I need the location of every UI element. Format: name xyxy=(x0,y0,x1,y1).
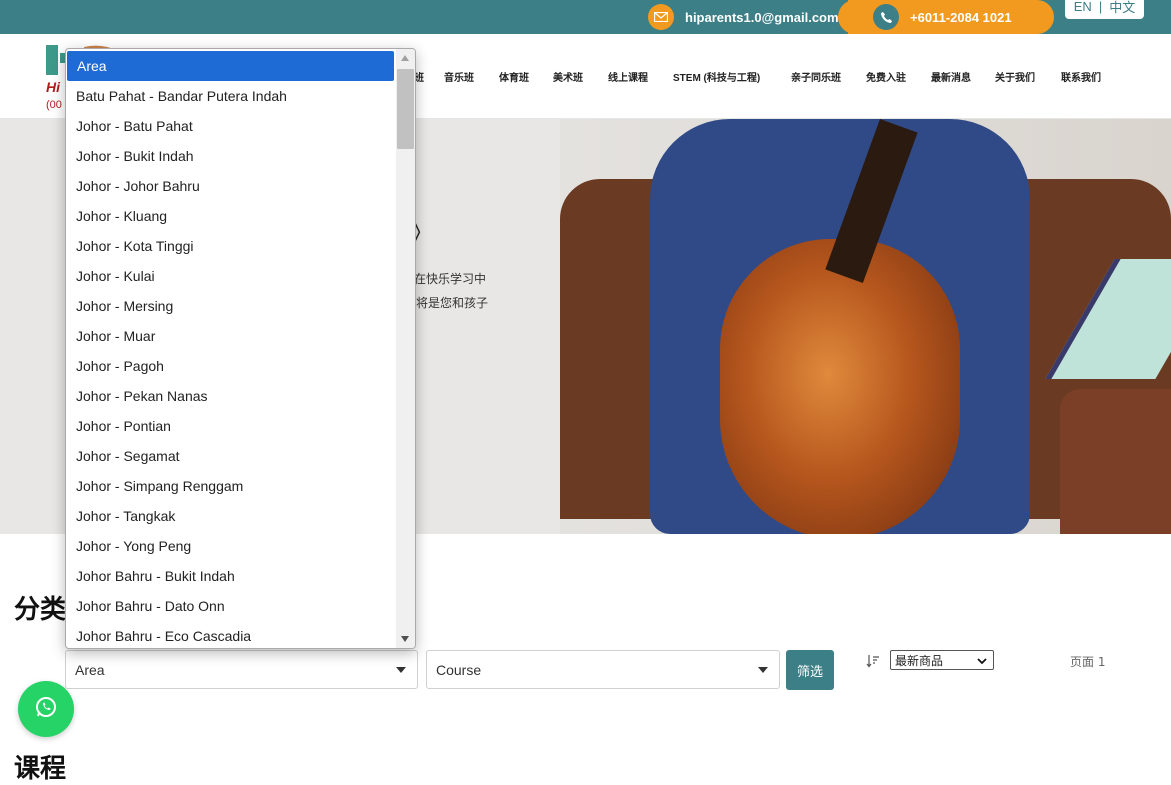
page-indicator: 页面 1 xyxy=(1070,655,1106,669)
hero-line-2: 将是您和孩子 xyxy=(416,296,489,310)
area-option[interactable]: Johor - Tangkak xyxy=(66,501,395,531)
area-option[interactable]: Johor - Pekan Nanas xyxy=(66,381,395,411)
chevron-down-icon xyxy=(758,667,768,673)
language-switcher: EN | 中文 xyxy=(1065,0,1144,19)
lang-en-link[interactable]: EN xyxy=(1074,0,1092,14)
area-option[interactable]: Johor - Mersing xyxy=(66,291,395,321)
area-option[interactable]: Johor - Pagoh xyxy=(66,351,395,381)
area-option[interactable]: Johor - Kulai xyxy=(66,261,395,291)
nav-item-about[interactable]: 关于我们 xyxy=(995,69,1035,84)
nav-item-stem[interactable]: STEM (科技与工程) xyxy=(673,69,760,84)
phone-icon xyxy=(873,4,899,30)
area-option[interactable]: Johor - Yong Peng xyxy=(66,531,395,561)
area-option[interactable]: Area xyxy=(67,51,394,81)
area-dropdown-list[interactable]: Area Batu Pahat - Bandar Putera Indah Joho… xyxy=(65,48,416,649)
hero-cello-image xyxy=(720,239,960,534)
sort-select-value: 最新商品 xyxy=(895,653,944,668)
area-option[interactable]: Johor - Simpang Renggam xyxy=(66,471,395,501)
scroll-down-icon[interactable] xyxy=(401,636,409,642)
scroll-up-icon[interactable] xyxy=(401,55,409,61)
filter-button[interactable]: 筛选 xyxy=(786,650,834,690)
area-option[interactable]: Johor - Bukit Indah xyxy=(66,141,395,171)
whatsapp-icon xyxy=(34,695,58,723)
phone-text[interactable]: +6011-2084 1021 xyxy=(910,10,1012,25)
area-option[interactable]: Johor - Pontian xyxy=(66,411,395,441)
nav-item-online[interactable]: 线上课程 xyxy=(608,69,648,84)
area-option[interactable]: Johor - Batu Pahat xyxy=(66,111,395,141)
nav-item-sports[interactable]: 体育班 xyxy=(499,69,529,84)
area-option[interactable]: Johor Bahru - Bukit Indah xyxy=(66,561,395,591)
email-text[interactable]: hiparents1.0@gmail.com xyxy=(685,10,839,25)
scrollbar-thumb[interactable] xyxy=(397,69,414,149)
area-option[interactable]: Batu Pahat - Bandar Putera Indah xyxy=(66,81,395,111)
category-section-title: 分类 xyxy=(14,595,67,625)
area-option[interactable]: Johor Bahru - Eco Cascadia xyxy=(66,621,395,648)
area-options: Area Batu Pahat - Bandar Putera Indah Joho… xyxy=(66,51,395,648)
chevron-down-icon xyxy=(977,654,987,668)
area-option[interactable]: Johor - Johor Bahru xyxy=(66,171,395,201)
lang-zh-link[interactable]: 中文 xyxy=(1109,0,1135,16)
area-option[interactable]: Johor - Kota Tinggi xyxy=(66,231,395,261)
nav-item-free-join[interactable]: 免费入驻 xyxy=(866,69,906,84)
area-option[interactable]: Johor - Muar xyxy=(66,321,395,351)
contact-phone[interactable]: +6011-2084 1021 xyxy=(873,0,1012,34)
nav-item-parent-child[interactable]: 亲子同乐班 xyxy=(791,69,841,84)
nav-item-news[interactable]: 最新消息 xyxy=(931,69,971,84)
nav-item-contact[interactable]: 联系我们 xyxy=(1061,69,1101,84)
area-option[interactable]: Johor - Segamat xyxy=(66,441,395,471)
course-select-value: Course xyxy=(436,661,482,678)
sort-icon xyxy=(866,653,880,668)
chevron-down-icon xyxy=(396,667,406,673)
area-select[interactable]: Area xyxy=(65,650,418,689)
area-select-value: Area xyxy=(75,661,105,678)
whatsapp-button[interactable] xyxy=(18,681,74,737)
nav-item-art[interactable]: 美术班 xyxy=(553,69,583,84)
course-select[interactable]: Course xyxy=(426,650,780,689)
area-option[interactable]: Johor - Kluang xyxy=(66,201,395,231)
contact-email[interactable]: hiparents1.0@gmail.com xyxy=(648,0,839,34)
lang-separator: | xyxy=(1098,0,1103,14)
dropdown-scrollbar[interactable] xyxy=(396,49,415,648)
area-option[interactable]: Johor Bahru - Dato Onn xyxy=(66,591,395,621)
hero-line-1: 在快乐学习中 xyxy=(414,272,487,286)
nav-item-music[interactable]: 音乐班 xyxy=(444,69,474,84)
hero-sofa-arm-image xyxy=(1060,389,1171,534)
envelope-icon xyxy=(648,4,674,30)
courses-section-title: 课程 xyxy=(14,754,67,784)
sort-select[interactable]: 最新商品 xyxy=(890,650,994,670)
